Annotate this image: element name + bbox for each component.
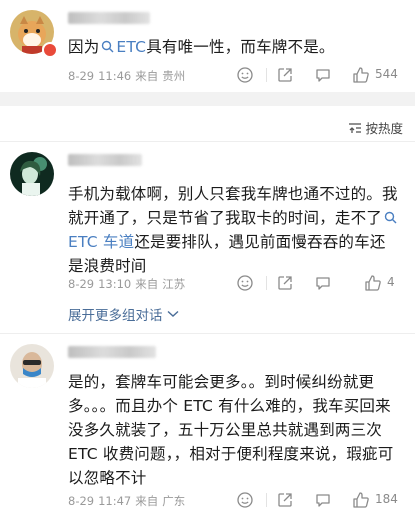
comment-location: 江苏 [162, 277, 186, 291]
comment-text: 手机为载体啊，别人只套我车牌也通不过的。我就开通了，只是节省了我取卡的时间，走不… [68, 182, 400, 278]
comment-2: 手机为载体啊，别人只套我车牌也通不过的。我就开通了，只是节省了我取卡的时间，走不… [0, 142, 415, 332]
divider [266, 68, 267, 82]
comment-location: 广东 [162, 494, 186, 508]
divider [266, 493, 267, 507]
comment-actions: 4 [235, 273, 415, 293]
avatar[interactable] [10, 344, 54, 388]
like-icon[interactable] [363, 273, 383, 293]
comment-3: 是的，套牌车可能会更多。。到时候纠纷就更多。。。而且办个 ETC 有什么难的，我… [0, 334, 415, 518]
expand-conversation-link[interactable]: 展开更多组对话 [68, 304, 179, 324]
sort-icon [349, 122, 362, 133]
comment-time: 11:47 [98, 494, 132, 508]
like-count: 4 [387, 275, 395, 289]
comment-icon[interactable] [313, 490, 333, 510]
verified-badge [42, 42, 58, 58]
username-blurred[interactable] [68, 346, 156, 358]
divider [266, 276, 267, 290]
sort-bar: 按热度 [0, 110, 415, 140]
comment-date: 8-29 [68, 69, 95, 83]
comment-text-part: 具有唯一性，而车牌不是。 [146, 38, 335, 56]
etc-lane-link-text[interactable]: ETC 车道 [68, 233, 134, 251]
comment-meta: 8-29 11:46 来自 贵州 [68, 68, 189, 84]
username-blurred[interactable] [68, 154, 142, 166]
chevron-down-icon [167, 310, 178, 317]
section-gap [0, 92, 415, 106]
comment-icon[interactable] [313, 273, 333, 293]
expand-label[interactable]: 展开更多组对话 [68, 304, 163, 324]
like-count: 544 [375, 67, 398, 81]
etc-link[interactable]: ETC [99, 38, 146, 56]
comment-location: 贵州 [162, 69, 186, 83]
sort-button[interactable]: 按热度 [348, 118, 403, 137]
like-icon[interactable] [351, 65, 371, 85]
avatar-image [10, 152, 54, 196]
comment-meta: 8-29 11:47 来自 广东 [68, 493, 189, 509]
avatar-image [10, 344, 54, 388]
search-icon [384, 211, 397, 224]
comment-icon[interactable] [313, 65, 333, 85]
share-icon[interactable] [275, 65, 295, 85]
from-label: 来自 [135, 277, 159, 291]
comment-time: 13:10 [98, 277, 132, 291]
etc-link-text[interactable]: ETC [116, 38, 146, 56]
comment-time: 11:46 [98, 69, 132, 83]
comment-text: 因为 ETC具有唯一性，而车牌不是。 [68, 35, 400, 59]
comment-1: 因为 ETC具有唯一性，而车牌不是。 8-29 11:46 来自 贵州 544 [0, 0, 415, 92]
share-icon[interactable] [275, 490, 295, 510]
comment-text-part: 是的，套牌车可能会更多。。到时候纠纷就更多。。。而且办个 ETC 有什么难的，我… [68, 373, 394, 487]
search-icon [102, 40, 114, 53]
avatar[interactable] [10, 152, 54, 196]
comment-date: 8-29 [68, 494, 95, 508]
from-label: 来自 [135, 69, 159, 83]
sort-label[interactable]: 按热度 [365, 118, 403, 137]
comment-meta: 8-29 13:10 来自 江苏 [68, 276, 189, 292]
comment-actions: 544 [235, 65, 415, 85]
username-blurred[interactable] [68, 12, 150, 24]
emoji-icon[interactable] [235, 490, 255, 510]
share-icon[interactable] [275, 273, 295, 293]
like-count: 184 [375, 492, 398, 506]
comment-actions: 184 [235, 490, 415, 510]
comment-date: 8-29 [68, 277, 95, 291]
comment-text: 是的，套牌车可能会更多。。到时候纠纷就更多。。。而且办个 ETC 有什么难的，我… [68, 370, 400, 490]
comment-text-part: 因为 [68, 38, 100, 56]
emoji-icon[interactable] [235, 65, 255, 85]
like-icon[interactable] [351, 490, 371, 510]
comment-text-part: 手机为载体啊，别人只套我车牌也通不过的。我就开通了，只是节省了我取卡的时间，走不… [68, 185, 398, 227]
emoji-icon[interactable] [235, 273, 255, 293]
from-label: 来自 [135, 494, 159, 508]
